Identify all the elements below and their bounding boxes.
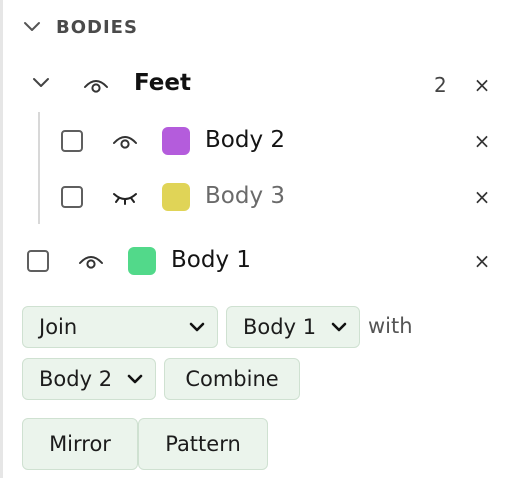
list-item-body-2[interactable]: Body 2 × <box>0 118 530 164</box>
chevron-down-icon <box>331 322 347 333</box>
bodies-section-header[interactable]: BODIES <box>22 10 138 44</box>
select-checkbox[interactable] <box>61 130 83 152</box>
other-body-select[interactable]: Body 2 <box>22 358 156 400</box>
operation-select[interactable]: Join <box>22 306 218 348</box>
list-item-body-3[interactable]: Body 3 × <box>0 174 530 220</box>
mirror-button[interactable]: Mirror <box>22 418 138 470</box>
remove-group-button[interactable]: × <box>470 73 494 97</box>
remove-body-button[interactable]: × <box>470 249 494 273</box>
combine-button[interactable]: Combine <box>164 358 300 400</box>
color-swatch[interactable] <box>128 247 156 275</box>
pattern-button[interactable]: Pattern <box>138 418 268 470</box>
section-title: BODIES <box>56 16 138 38</box>
eye-icon[interactable] <box>111 130 139 152</box>
remove-body-button[interactable]: × <box>470 185 494 209</box>
other-body-select-value: Body 2 <box>39 367 113 391</box>
operation-select-value: Join <box>39 315 78 339</box>
select-checkbox[interactable] <box>61 186 83 208</box>
remove-body-button[interactable]: × <box>470 129 494 153</box>
target-body-select[interactable]: Body 1 <box>226 306 360 348</box>
group-row-feet[interactable]: Feet 2 × <box>0 62 530 108</box>
chevron-down-icon[interactable] <box>22 20 42 34</box>
chevron-down-icon <box>127 374 143 385</box>
group-count: 2 <box>434 73 447 97</box>
body-name: Body 3 <box>205 183 286 209</box>
list-item-body-1[interactable]: Body 1 × <box>0 238 530 284</box>
chevron-down-icon[interactable] <box>32 77 50 89</box>
with-label: with <box>368 314 413 338</box>
eye-icon[interactable] <box>82 74 110 96</box>
color-swatch[interactable] <box>162 183 190 211</box>
body-name: Body 1 <box>171 247 252 273</box>
color-swatch[interactable] <box>162 127 190 155</box>
group-name: Feet <box>134 70 191 96</box>
eye-closed-icon[interactable] <box>111 186 139 208</box>
body-name: Body 2 <box>205 127 286 153</box>
chevron-down-icon <box>189 322 205 333</box>
select-checkbox[interactable] <box>27 250 49 272</box>
eye-icon[interactable] <box>77 250 105 272</box>
target-body-select-value: Body 1 <box>243 315 317 339</box>
